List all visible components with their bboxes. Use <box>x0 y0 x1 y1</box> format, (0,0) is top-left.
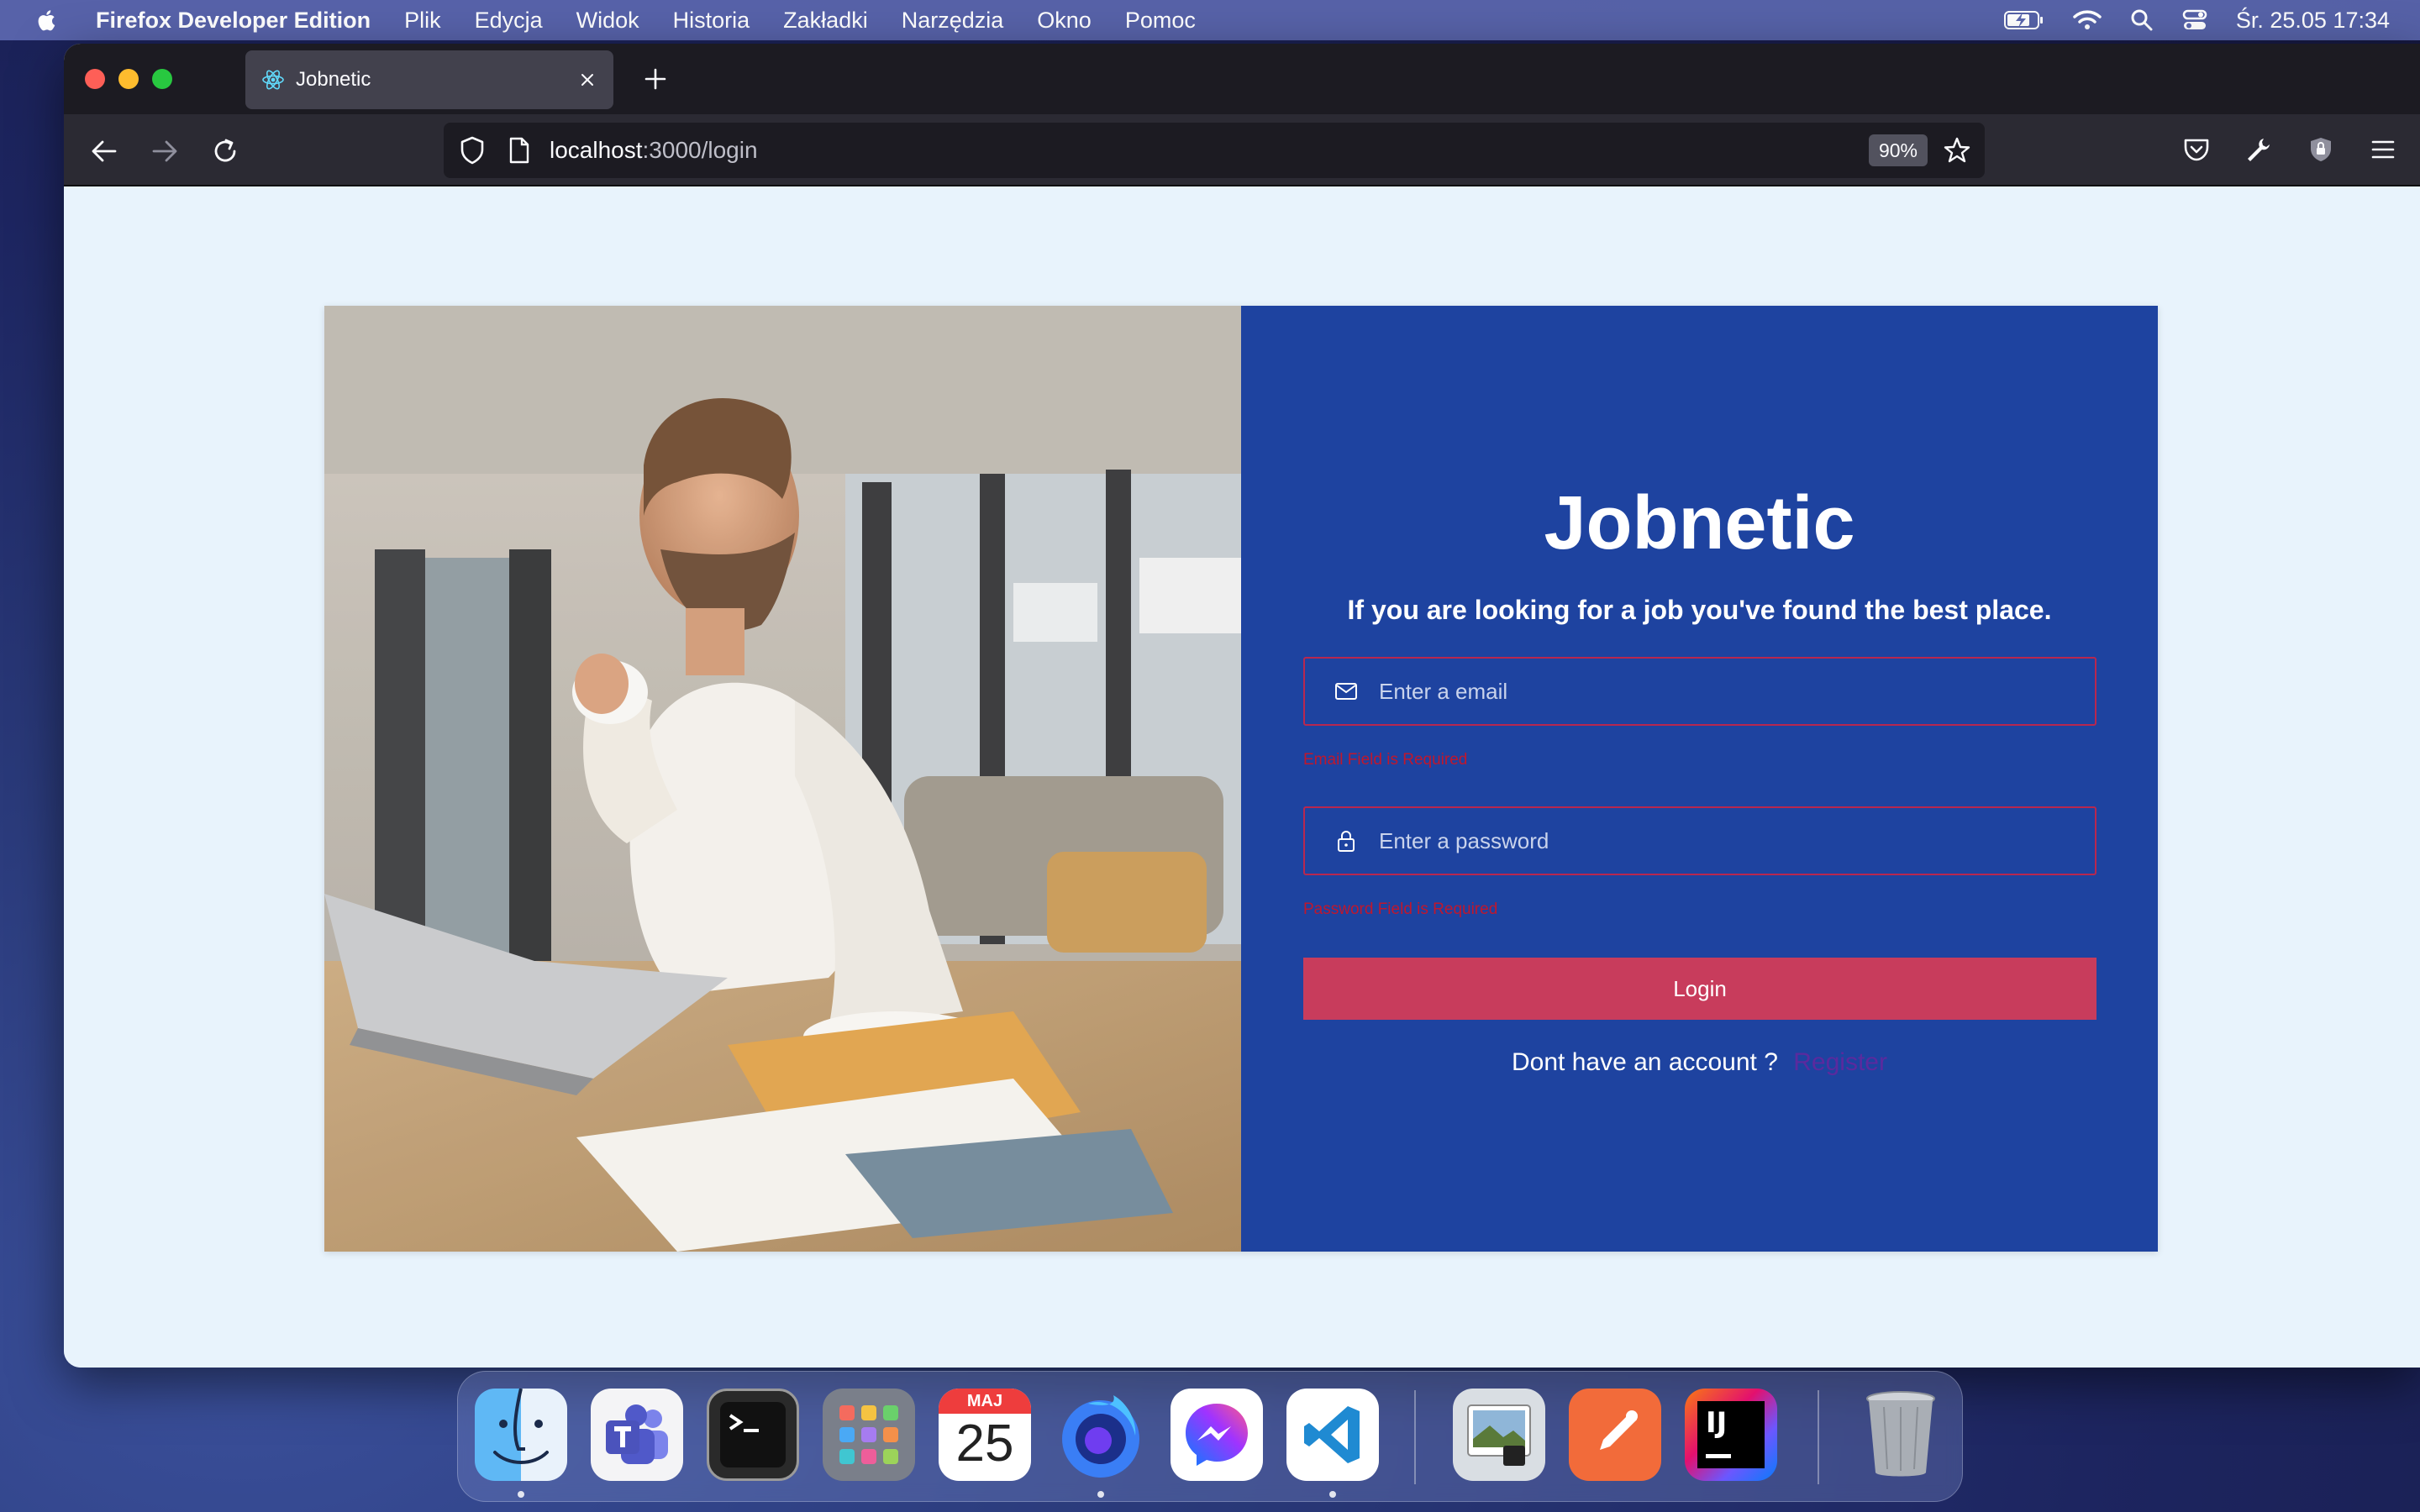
menu-zakladki[interactable]: Zakładki <box>783 8 868 34</box>
intellij-label: IJ <box>1706 1406 1728 1440</box>
page-content: Jobnetic If you are looking for a job yo… <box>64 186 2420 1368</box>
active-app-name[interactable]: Firefox Developer Edition <box>96 8 371 34</box>
intellij-inner-square: IJ <box>1697 1401 1765 1468</box>
login-button[interactable]: Login <box>1303 958 2096 1020</box>
password-error-message: Password Field is Required <box>1303 900 1498 918</box>
lock-icon <box>1334 828 1359 853</box>
menu-widok[interactable]: Widok <box>576 8 639 34</box>
finder-icon[interactable] <box>475 1389 567 1481</box>
pocket-icon[interactable] <box>2180 133 2213 166</box>
menu-edycja[interactable]: Edycja <box>475 8 543 34</box>
menubar-clock[interactable]: Śr. 25.05 17:34 <box>2236 8 2390 34</box>
forward-arrow-icon[interactable] <box>146 133 183 170</box>
login-card: Jobnetic If you are looking for a job yo… <box>324 306 2158 1252</box>
close-window-button[interactable] <box>85 69 105 89</box>
calendar-day: 25 <box>955 1415 1014 1473</box>
finder-running-indicator <box>518 1491 524 1498</box>
minimize-window-button[interactable] <box>118 69 139 89</box>
apple-menu-icon[interactable] <box>35 7 59 34</box>
tab-title: Jobnetic <box>296 68 371 91</box>
firefox-developer-edition-icon[interactable] <box>1055 1389 1147 1481</box>
calendar-icon[interactable]: MAJ 25 <box>939 1389 1031 1481</box>
url-text[interactable]: localhost:3000/login <box>550 137 758 164</box>
email-error-message: Email Field is Required <box>1303 751 1468 769</box>
navigation-toolbar: localhost:3000/login 90% <box>64 114 2420 186</box>
url-host: localhost <box>550 137 643 163</box>
password-input[interactable] <box>1379 827 2051 854</box>
zoom-level-badge[interactable]: 90% <box>1868 134 1928 166</box>
dock-separator <box>1414 1390 1416 1484</box>
wifi-icon[interactable] <box>2073 9 2102 31</box>
new-tab-plus-icon[interactable] <box>639 62 672 96</box>
spotlight-search-icon[interactable] <box>2130 8 2154 32</box>
close-tab-icon[interactable] <box>575 67 600 92</box>
email-field[interactable] <box>1303 657 2096 726</box>
zoom-window-button[interactable] <box>152 69 172 89</box>
menu-okno[interactable]: Okno <box>1037 8 1092 34</box>
page-info-icon[interactable] <box>504 135 534 165</box>
back-arrow-icon[interactable] <box>86 133 123 170</box>
no-account-text: Dont have an account ? <box>1512 1048 1778 1076</box>
terminal-icon[interactable] <box>707 1389 799 1481</box>
login-form-panel: Jobnetic If you are looking for a job yo… <box>1241 306 2158 1252</box>
control-center-icon[interactable] <box>2182 8 2207 32</box>
launchpad-icon[interactable] <box>823 1389 915 1481</box>
postman-icon[interactable] <box>1569 1389 1661 1481</box>
messenger-icon[interactable] <box>1171 1389 1263 1481</box>
email-input[interactable] <box>1379 678 2051 705</box>
brand-title: Jobnetic <box>1544 481 1855 565</box>
battery-icon[interactable] <box>2003 10 2044 30</box>
vscode-icon[interactable] <box>1286 1389 1379 1481</box>
firefox-running-indicator <box>1097 1491 1104 1498</box>
tab-jobnetic[interactable]: Jobnetic <box>245 50 613 109</box>
calendar-month: MAJ <box>939 1389 1031 1414</box>
macos-dock: MAJ 25 IJ <box>457 1371 1963 1502</box>
password-field[interactable] <box>1303 806 2096 875</box>
register-prompt: Dont have an account ? Register <box>1241 1048 2158 1077</box>
menu-pomoc[interactable]: Pomoc <box>1125 8 1196 34</box>
bookmark-star-icon[interactable] <box>1941 134 1973 166</box>
intellij-idea-icon[interactable]: IJ <box>1685 1389 1777 1481</box>
hero-photo-man-with-coffee <box>324 306 1241 1252</box>
react-favicon-icon <box>260 67 286 92</box>
preview-icon[interactable] <box>1453 1389 1545 1481</box>
vscode-running-indicator <box>1329 1491 1336 1498</box>
tagline: If you are looking for a job you've foun… <box>1347 595 2052 625</box>
extension-shield-icon[interactable] <box>2304 133 2338 166</box>
menu-plik[interactable]: Plik <box>404 8 441 34</box>
url-path: :3000/login <box>642 137 758 163</box>
register-link[interactable]: Register <box>1793 1048 1887 1076</box>
reload-icon[interactable] <box>207 133 244 170</box>
developer-tools-wrench-icon[interactable] <box>2242 133 2275 166</box>
menu-historia[interactable]: Historia <box>673 8 750 34</box>
hamburger-menu-icon[interactable] <box>2366 133 2400 166</box>
dock-separator-2 <box>1818 1390 1819 1484</box>
firefox-window: Jobnetic localhost:3000/login 90% Jobnet… <box>64 44 2420 1368</box>
tracking-protection-shield-icon[interactable] <box>455 134 489 167</box>
menu-narzedzia[interactable]: Narzędzia <box>902 8 1004 34</box>
trash-icon[interactable] <box>1854 1389 1947 1481</box>
address-bar[interactable]: localhost:3000/login 90% <box>444 123 1985 178</box>
macos-menubar: Firefox Developer Edition Plik Edycja Wi… <box>0 0 2420 40</box>
envelope-icon <box>1334 679 1359 704</box>
tab-bar: Jobnetic <box>64 44 2420 114</box>
teams-icon[interactable] <box>591 1389 683 1481</box>
